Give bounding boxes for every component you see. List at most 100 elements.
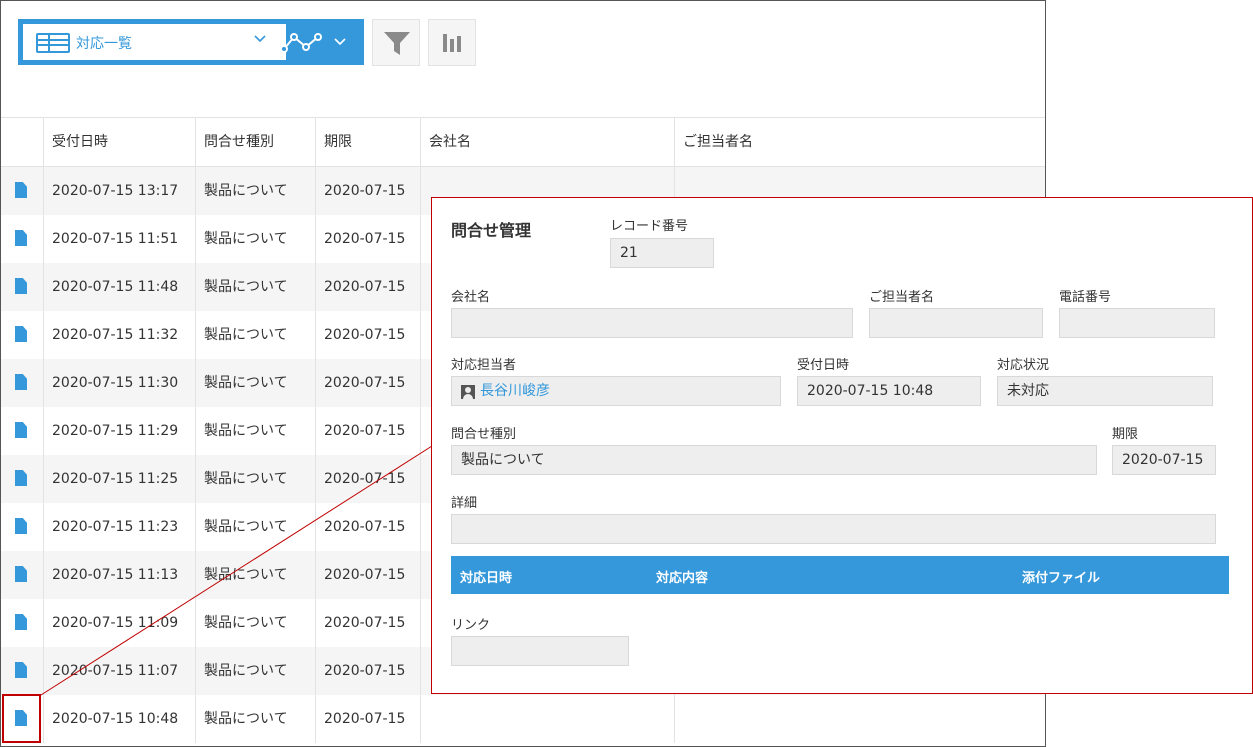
record-no-value: 21 <box>610 238 714 268</box>
table-header: 受付日時 問合せ種別 期限 会社名 ご担当者名 <box>1 117 1045 167</box>
record-detail-icon[interactable] <box>15 230 27 246</box>
record-detail-icon[interactable] <box>15 662 27 678</box>
record-detail-icon[interactable] <box>15 278 27 294</box>
status-label: 対応状況 <box>997 358 1050 373</box>
response-subtable-header: 対応日時 対応内容 添付ファイル <box>451 556 1229 594</box>
column-header-deadline[interactable]: 期限 <box>316 118 421 166</box>
record-cell <box>1 215 44 263</box>
deadline-cell: 2020-07-15 <box>316 599 421 647</box>
type-cell: 製品について <box>196 215 316 263</box>
received-value: 2020-07-15 10:48 <box>797 376 981 406</box>
received-cell: 2020-07-15 11:48 <box>44 263 196 311</box>
received-cell: 2020-07-15 10:48 <box>44 695 196 743</box>
view-dropdown[interactable]: 対応一覧 <box>23 24 286 60</box>
app-title: 問合せ管理 <box>451 221 532 240</box>
received-cell: 2020-07-15 11:51 <box>44 215 196 263</box>
column-header-type[interactable]: 問合せ種別 <box>196 118 316 166</box>
assignee-label: 対応担当者 <box>451 358 517 373</box>
view-selector-bar: 対応一覧 <box>18 19 364 65</box>
graph-button[interactable] <box>428 19 476 66</box>
filter-button[interactable] <box>372 19 420 66</box>
type-cell: 製品について <box>196 359 316 407</box>
received-cell: 2020-07-15 11:07 <box>44 647 196 695</box>
received-cell: 2020-07-15 11:23 <box>44 503 196 551</box>
record-detail-icon[interactable] <box>15 374 27 390</box>
received-label: 受付日時 <box>797 358 850 373</box>
link-label: リンク <box>451 618 491 633</box>
deadline-cell: 2020-07-15 <box>316 215 421 263</box>
user-icon <box>461 385 475 399</box>
type-cell: 製品について <box>196 311 316 359</box>
type-label: 問合せ種別 <box>451 427 517 442</box>
type-cell: 製品について <box>196 503 316 551</box>
details-value <box>451 514 1216 544</box>
record-detail-icon[interactable] <box>15 470 27 486</box>
assignee-value: 長谷川峻彦 <box>451 376 781 406</box>
record-cell <box>1 359 44 407</box>
subtable-header-content: 対応内容 <box>656 571 709 586</box>
record-detail-panel: 問合せ管理 レコード番号 21 会社名 ご担当者名 電話番号 対応担当者 長谷川… <box>431 197 1253 694</box>
contact-cell <box>675 695 1045 743</box>
deadline-cell: 2020-07-15 <box>316 503 421 551</box>
type-cell: 製品について <box>196 551 316 599</box>
company-cell <box>421 695 675 743</box>
record-detail-icon[interactable] <box>15 518 27 534</box>
subtable-header-date: 対応日時 <box>460 571 513 586</box>
record-cell <box>1 551 44 599</box>
received-cell: 2020-07-15 11:30 <box>44 359 196 407</box>
contact-value <box>869 308 1043 338</box>
filter-icon <box>384 32 410 55</box>
company-value <box>451 308 853 338</box>
record-cell <box>1 647 44 695</box>
record-detail-icon[interactable] <box>15 326 27 342</box>
table-icon <box>36 33 70 53</box>
column-header-received[interactable]: 受付日時 <box>44 118 196 166</box>
deadline-cell: 2020-07-15 <box>316 455 421 503</box>
record-cell <box>1 407 44 455</box>
deadline-cell: 2020-07-15 <box>316 263 421 311</box>
column-header-contact[interactable]: ご担当者名 <box>675 118 1045 166</box>
deadline-cell: 2020-07-15 <box>316 311 421 359</box>
link-value <box>451 636 629 666</box>
deadline-cell: 2020-07-15 <box>316 647 421 695</box>
record-cell <box>1 263 44 311</box>
view-name: 対応一覧 <box>76 36 132 52</box>
deadline-cell: 2020-07-15 <box>316 695 421 743</box>
graph-icon[interactable] <box>280 31 322 55</box>
record-detail-icon[interactable] <box>15 566 27 582</box>
deadline-cell: 2020-07-15 <box>316 551 421 599</box>
record-cell <box>1 503 44 551</box>
header-blank <box>1 118 44 166</box>
deadline-cell: 2020-07-15 <box>316 407 421 455</box>
record-cell <box>1 311 44 359</box>
table-row: 2020-07-15 10:48 製品について 2020-07-15 <box>1 695 1045 743</box>
type-value: 製品について <box>451 445 1097 475</box>
record-no-label: レコード番号 <box>610 219 689 234</box>
chevron-down-icon <box>254 35 266 43</box>
record-detail-icon[interactable] <box>15 422 27 438</box>
company-label: 会社名 <box>451 290 491 305</box>
deadline-label: 期限 <box>1112 427 1139 442</box>
type-cell: 製品について <box>196 647 316 695</box>
chevron-down-icon[interactable] <box>332 34 348 50</box>
type-cell: 製品について <box>196 263 316 311</box>
highlight-box <box>2 694 41 743</box>
type-cell: 製品について <box>196 695 316 743</box>
deadline-cell: 2020-07-15 <box>316 167 421 215</box>
subtable-header-attachment: 添付ファイル <box>1022 571 1101 586</box>
received-cell: 2020-07-15 11:13 <box>44 551 196 599</box>
details-label: 詳細 <box>451 496 478 511</box>
deadline-cell: 2020-07-15 <box>316 359 421 407</box>
phone-value <box>1059 308 1215 338</box>
deadline-value: 2020-07-15 <box>1112 445 1216 475</box>
received-cell: 2020-07-15 11:09 <box>44 599 196 647</box>
record-detail-icon[interactable] <box>15 614 27 630</box>
assignee-name[interactable]: 長谷川峻彦 <box>480 377 550 405</box>
column-header-company[interactable]: 会社名 <box>421 118 675 166</box>
contact-label: ご担当者名 <box>869 290 935 305</box>
type-cell: 製品について <box>196 599 316 647</box>
record-cell <box>1 455 44 503</box>
type-cell: 製品について <box>196 455 316 503</box>
received-cell: 2020-07-15 11:32 <box>44 311 196 359</box>
record-detail-icon[interactable] <box>15 182 27 198</box>
